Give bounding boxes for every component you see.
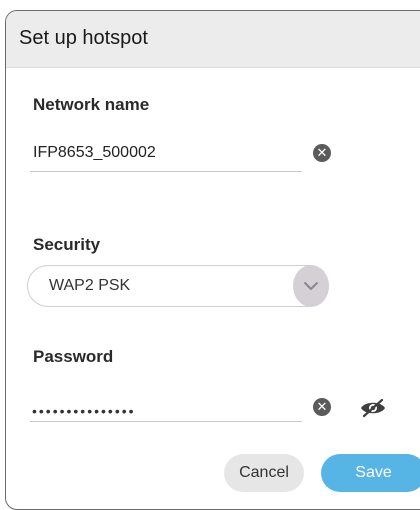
- password-underline: [30, 421, 302, 422]
- save-button[interactable]: Save: [321, 454, 420, 492]
- eye-off-icon[interactable]: [360, 398, 386, 418]
- cancel-button[interactable]: Cancel: [224, 454, 304, 492]
- network-name-label: Network name: [33, 95, 150, 114]
- hotspot-dialog: Set up hotspot Network name IFP8653_5000…: [5, 10, 420, 510]
- security-selected-value: WAP2 PSK: [49, 277, 131, 294]
- dialog-header: Set up hotspot: [6, 11, 420, 68]
- dialog-title: Set up hotspot: [19, 27, 148, 49]
- security-label: Security: [33, 235, 101, 254]
- network-name-clear-icon[interactable]: ✕: [313, 144, 331, 162]
- security-select[interactable]: WAP2 PSK: [27, 265, 329, 307]
- network-name-underline: [30, 171, 302, 172]
- chevron-down-icon[interactable]: [293, 265, 329, 307]
- password-label: Password: [33, 347, 114, 366]
- password-clear-icon[interactable]: ✕: [313, 398, 331, 416]
- network-name-input[interactable]: IFP8653_500002: [33, 144, 156, 162]
- password-input[interactable]: •••••••••••••••: [32, 403, 136, 419]
